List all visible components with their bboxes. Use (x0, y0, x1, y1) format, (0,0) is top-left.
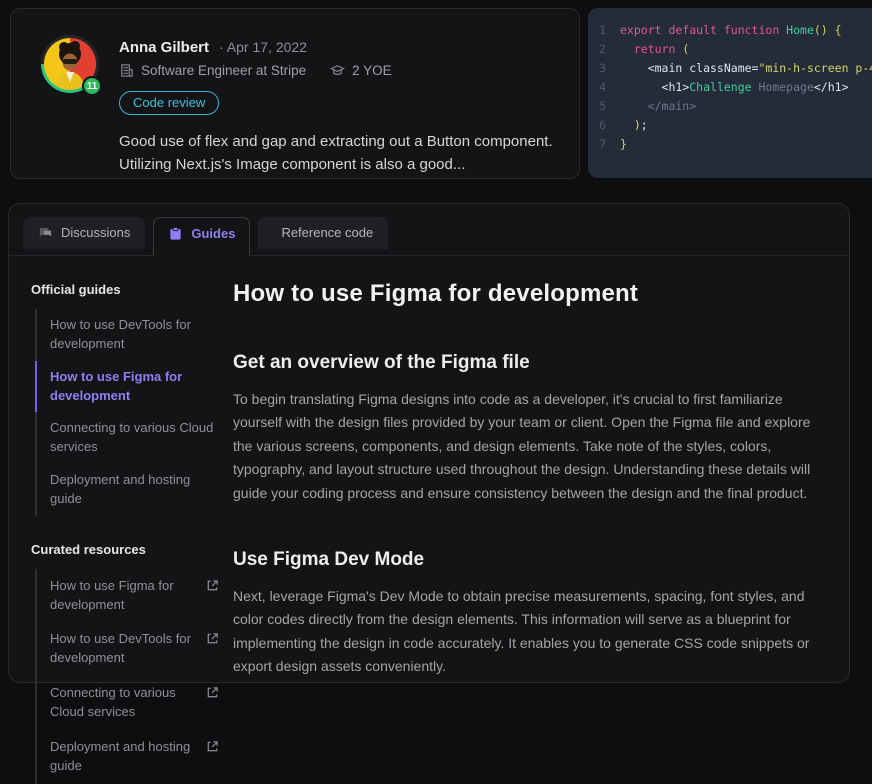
sidebar-item-deployment-and-hosting-guide[interactable]: Deployment and hosting guide (35, 464, 223, 516)
code-line: 3 <main className="min-h-screen p-4 flex… (588, 59, 872, 78)
tab-label: Guides (191, 226, 235, 241)
official-guides-list: How to use DevTools for developmentHow t… (35, 309, 223, 516)
guide-article: How to use Figma for development Get an … (223, 278, 823, 784)
graduation-cap-icon (330, 63, 345, 78)
article-section: Get an overview of the Figma file To begi… (233, 352, 823, 505)
code-text: } (620, 135, 627, 154)
chat-icon (38, 225, 53, 240)
line-number: 7 (588, 135, 620, 154)
code-text: export default function Home() { (620, 21, 842, 40)
guides-panel: Discussions Guides Reference code Official… (8, 203, 850, 683)
official-guides-heading: Official guides (31, 282, 223, 297)
guides-sidebar: Official guides How to use DevTools for … (23, 278, 223, 784)
curated-link-label: Deployment and hosting guide (50, 738, 196, 776)
code-line: 1export default function Home() { (588, 21, 872, 40)
code-line: 4 <h1>Challenge Homepage</h1> (588, 78, 872, 97)
code-line: 6 ); (588, 116, 872, 135)
avatar: 11 (41, 35, 99, 93)
curated-link-how-to-use-devtools-for-development[interactable]: How to use DevTools for development (35, 622, 223, 676)
curated-link-label: How to use Figma for development (50, 577, 196, 615)
code-text: <main className="min-h-screen p-4 flex"> (620, 59, 872, 78)
tab-discussions[interactable]: Discussions (23, 217, 145, 249)
sidebar-item-how-to-use-figma-for-development[interactable]: How to use Figma for development (35, 361, 223, 413)
line-number: 6 (588, 116, 620, 135)
review-card: 11 Anna Gilbert · Apr 17, 2022 Software … (10, 8, 580, 179)
code-line: 5 </main> (588, 97, 872, 116)
sidebar-item-connecting-to-various-cloud-services[interactable]: Connecting to various Cloud services (35, 412, 223, 464)
section-body: Next, leverage Figma's Dev Mode to obtai… (233, 585, 823, 679)
tab-bar: Discussions Guides Reference code (9, 204, 849, 256)
page-title: How to use Figma for development (233, 280, 823, 308)
post-date: · Apr 17, 2022 (219, 39, 307, 55)
line-number: 4 (588, 78, 620, 97)
external-link-icon (206, 740, 219, 759)
code-editor-panel[interactable]: 1export default function Home() {2 retur… (588, 8, 872, 178)
external-link-icon (206, 686, 219, 705)
curated-link-deployment-and-hosting-guide[interactable]: Deployment and hosting guide (35, 730, 223, 784)
section-heading: Get an overview of the Figma file (233, 352, 823, 374)
external-link-icon (206, 579, 219, 598)
sidebar-item-how-to-use-devtools-for-development[interactable]: How to use DevTools for development (35, 309, 223, 361)
curated-link-label: Connecting to various Cloud services (50, 684, 196, 722)
code-line: 7} (588, 135, 872, 154)
author-role: Software Engineer at Stripe (141, 63, 306, 78)
clipboard-icon (168, 226, 183, 241)
tab-guides[interactable]: Guides (153, 217, 250, 256)
review-comment[interactable]: Good use of flex and gap and extracting … (119, 131, 555, 176)
line-number: 1 (588, 21, 620, 40)
section-heading: Use Figma Dev Mode (233, 549, 823, 571)
code-line: 2 return ( (588, 40, 872, 59)
review-body: Anna Gilbert · Apr 17, 2022 Software Eng… (119, 35, 555, 178)
curated-link-how-to-use-figma-for-development[interactable]: How to use Figma for development (35, 569, 223, 623)
code-text: ); (620, 116, 648, 135)
tab-reference-code[interactable]: Reference code (258, 217, 388, 249)
building-icon (119, 63, 134, 78)
code-text: </main> (620, 97, 696, 116)
line-number: 3 (588, 59, 620, 78)
line-number: 2 (588, 40, 620, 59)
review-type-badge[interactable]: Code review (119, 91, 219, 115)
external-link-icon (206, 632, 219, 651)
author-experience: 2 YOE (352, 63, 392, 78)
level-badge: 11 (82, 76, 102, 96)
tab-label: Discussions (61, 225, 130, 240)
author-name[interactable]: Anna Gilbert (119, 39, 209, 56)
article-section: Use Figma Dev Mode Next, leverage Figma's… (233, 549, 823, 679)
code-text: return ( (620, 40, 689, 59)
curated-resources-heading: Curated resources (31, 542, 223, 557)
curated-link-label: How to use DevTools for development (50, 630, 196, 668)
line-number: 5 (588, 97, 620, 116)
code-text: <h1>Challenge Homepage</h1> (620, 78, 849, 97)
curated-resources-list: How to use Figma for development How to u… (35, 569, 223, 784)
section-body: To begin translating Figma designs into … (233, 388, 823, 505)
curated-link-connecting-to-various-cloud-services[interactable]: Connecting to various Cloud services (35, 676, 223, 730)
tab-label: Reference code (281, 225, 373, 240)
